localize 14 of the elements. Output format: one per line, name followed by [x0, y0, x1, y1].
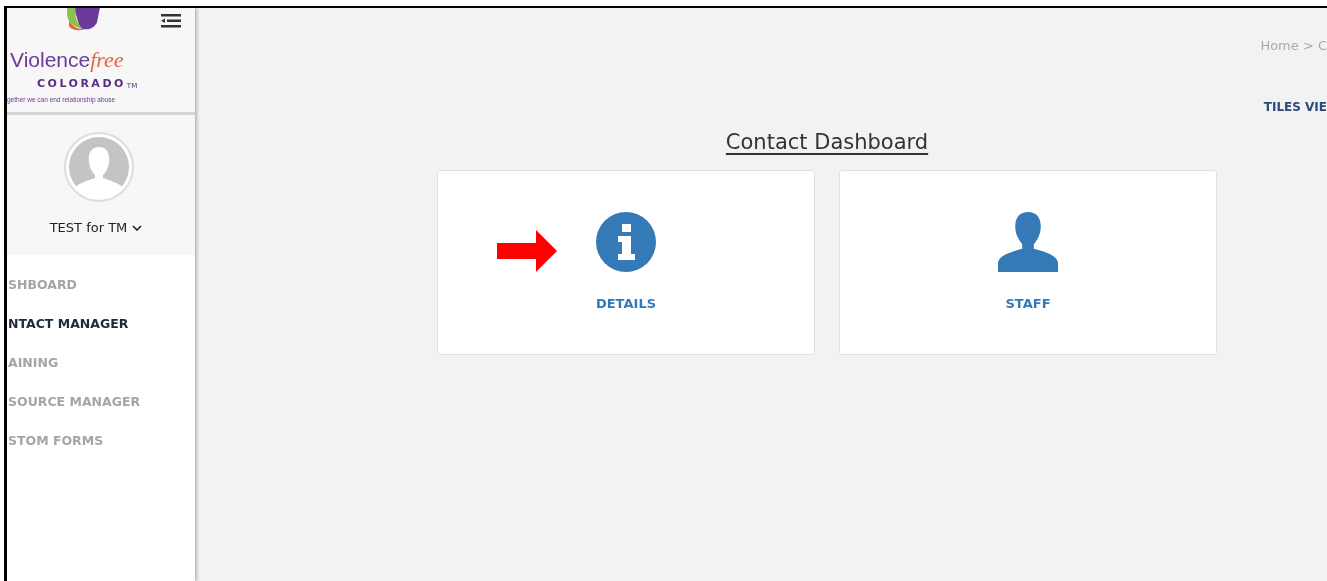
user-menu[interactable]: TEST for TM	[49, 220, 143, 235]
logo-state: COLORADO	[37, 77, 126, 90]
tile-label: DETAILS	[595, 296, 657, 311]
view-toggle-link[interactable]: TILES VIE	[1263, 100, 1327, 114]
page-title: Contact Dashboard	[724, 129, 930, 156]
tile-label: STAFF	[1005, 296, 1051, 311]
sidebar-item[interactable]: AINING	[8, 353, 195, 372]
sidebar-item[interactable]: SHBOARD	[8, 275, 195, 294]
logo-wordmark: Violencefree	[10, 48, 124, 74]
dashboard-tile[interactable]: DETAILS	[437, 170, 815, 355]
sidebar-item[interactable]: NTACT MANAGER	[8, 314, 195, 333]
sidebar-item[interactable]: SOURCE MANAGER	[8, 392, 195, 411]
dashboard-tile[interactable]: STAFF	[839, 170, 1217, 355]
sidebar-item[interactable]: STOM FORMS	[8, 431, 195, 450]
